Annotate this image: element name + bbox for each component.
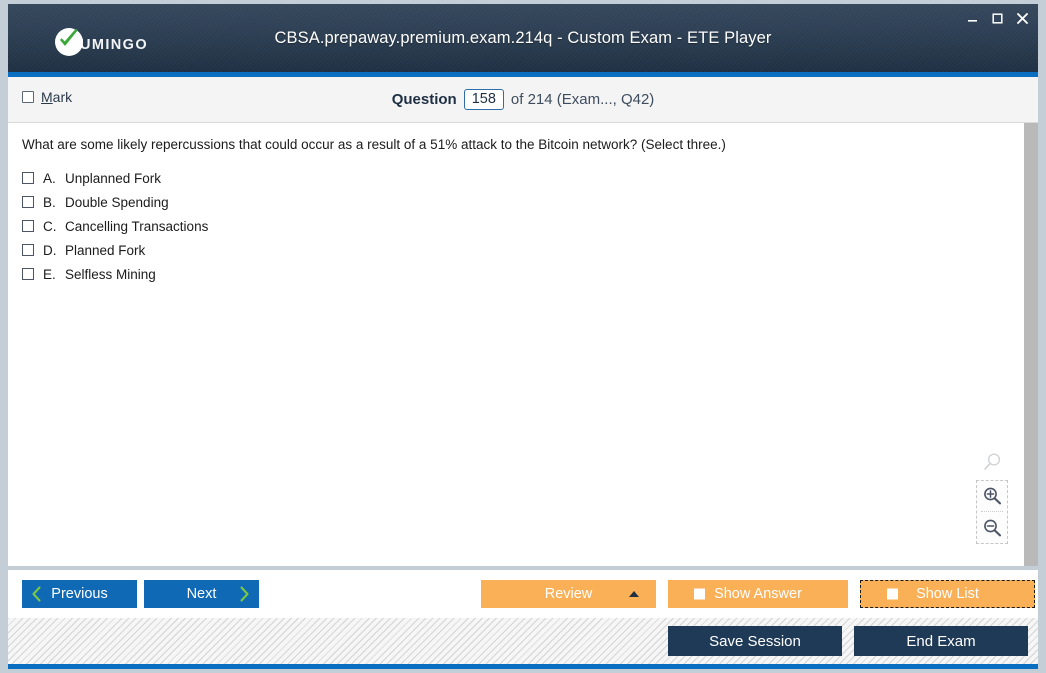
next-button-label: Next	[186, 586, 217, 602]
zoom-buttons-box	[976, 480, 1008, 544]
zoom-tool-group	[974, 448, 1010, 544]
previous-button[interactable]: Previous	[22, 580, 137, 608]
show-answer-button[interactable]: Show Answer	[668, 580, 848, 608]
zoom-in-icon[interactable]	[977, 481, 1007, 511]
bottom-accent-strip	[8, 664, 1038, 669]
show-list-button[interactable]: Show List	[860, 580, 1035, 608]
save-session-button[interactable]: Save Session	[668, 626, 842, 656]
vertical-scrollbar[interactable]	[1024, 123, 1038, 566]
answer-checkbox-d[interactable]	[22, 244, 34, 256]
review-button-label: Review	[544, 586, 593, 602]
chevron-right-icon	[239, 586, 250, 602]
answer-letter-c: C.	[43, 218, 57, 234]
answer-checkbox-a[interactable]	[22, 172, 34, 184]
answer-letter-b: B.	[43, 194, 56, 210]
chevron-left-icon	[31, 586, 42, 602]
mark-label: Mark	[41, 89, 72, 105]
answer-text-a: Unplanned Fork	[65, 170, 162, 186]
next-button[interactable]: Next	[144, 580, 259, 608]
question-total-label: of 214 (Exam..., Q42)	[510, 91, 655, 108]
end-exam-button[interactable]: End Exam	[854, 626, 1028, 656]
answer-text-b: Double Spending	[65, 194, 169, 210]
title-bar: UMINGO CBSA.prepaway.premium.exam.214q -…	[8, 4, 1038, 72]
show-list-checkbox[interactable]	[887, 588, 898, 600]
window-title: CBSA.prepaway.premium.exam.214q - Custom…	[274, 28, 772, 47]
answer-option-a[interactable]: A. Unplanned Fork	[22, 166, 922, 190]
mark-accel-letter: M	[41, 89, 53, 105]
window-controls	[965, 8, 1030, 28]
question-stem: What are some likely repercussions that …	[22, 137, 726, 152]
mark-label-rest: ark	[52, 89, 73, 105]
answer-checkbox-e[interactable]	[22, 268, 34, 280]
answer-text-c: Cancelling Transactions	[65, 218, 209, 234]
logo-text: UMINGO	[80, 36, 149, 53]
answer-letter-a: A.	[43, 170, 56, 186]
answer-checkbox-b[interactable]	[22, 196, 34, 208]
show-answer-label: Show Answer	[714, 586, 802, 602]
chevron-up-icon	[629, 591, 639, 597]
app-logo: UMINGO	[55, 27, 148, 57]
question-word-label: Question	[391, 91, 457, 108]
mark-checkbox-row[interactable]: Mark	[22, 89, 72, 105]
previous-button-label: Previous	[51, 586, 108, 602]
question-content-area: What are some likely repercussions that …	[8, 123, 1038, 566]
maximize-icon[interactable]	[990, 11, 1005, 26]
review-button[interactable]: Review	[481, 580, 656, 608]
answer-option-b[interactable]: B. Double Spending	[22, 190, 922, 214]
answer-text-d: Planned Fork	[65, 242, 146, 258]
answer-option-c[interactable]: C. Cancelling Transactions	[22, 214, 922, 238]
answer-checkbox-c[interactable]	[22, 220, 34, 232]
question-info-bar: Mark Question 158 of 214 (Exam..., Q42)	[8, 77, 1038, 123]
zoom-reset-icon[interactable]	[977, 448, 1007, 476]
show-list-label: Show List	[916, 586, 979, 602]
mark-checkbox[interactable]	[22, 91, 34, 103]
answer-letter-e: E.	[43, 266, 56, 282]
question-counter: Question 158 of 214 (Exam..., Q42)	[8, 77, 1038, 122]
answer-option-d[interactable]: D. Planned Fork	[22, 238, 922, 262]
answer-option-e[interactable]: E. Selfless Mining	[22, 262, 922, 286]
answer-options-list: A. Unplanned Fork B. Double Spending C. …	[22, 166, 922, 286]
close-icon[interactable]	[1015, 11, 1030, 26]
question-number-box[interactable]: 158	[463, 89, 504, 110]
minimize-icon[interactable]	[965, 11, 980, 26]
ete-player-window: UMINGO CBSA.prepaway.premium.exam.214q -…	[0, 0, 1046, 673]
answer-letter-d: D.	[43, 242, 57, 258]
show-answer-checkbox[interactable]	[694, 588, 705, 600]
check-circle-logo-icon	[55, 28, 83, 56]
zoom-out-icon[interactable]	[977, 513, 1007, 543]
answer-text-e: Selfless Mining	[65, 266, 156, 282]
navigation-bar: Previous Next Review Show Answer Show Li…	[8, 570, 1038, 618]
footer-bar: Save Session End Exam	[8, 618, 1038, 666]
